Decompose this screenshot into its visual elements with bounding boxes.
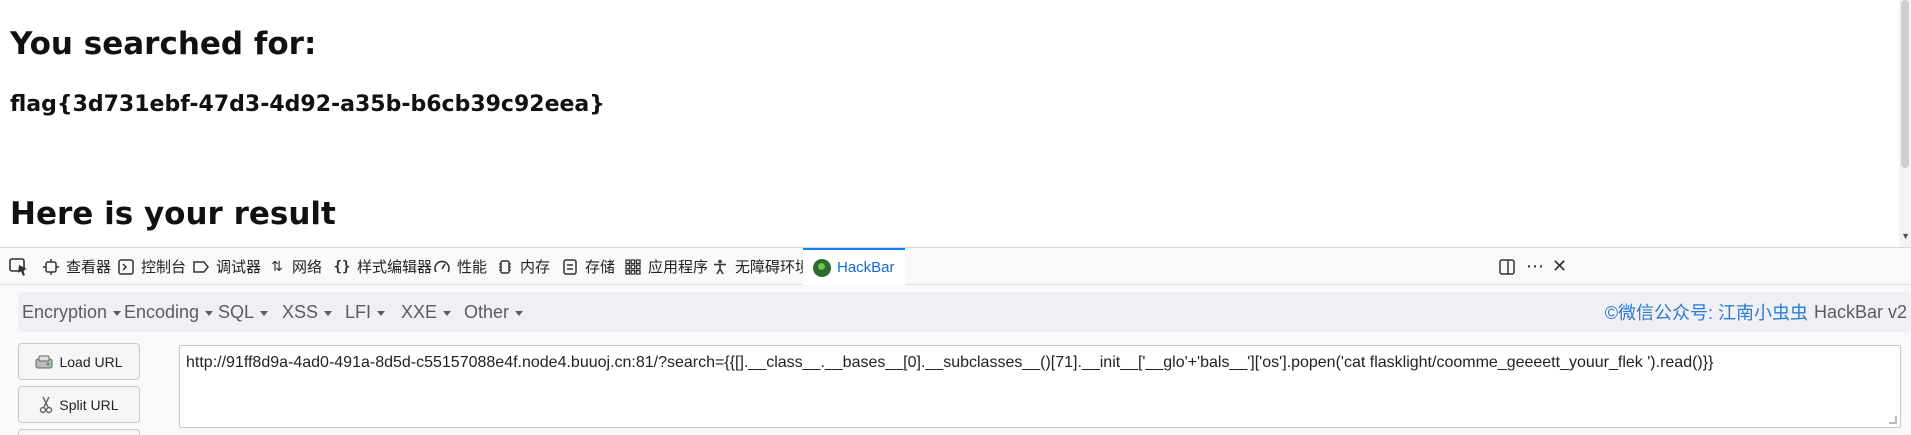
tab-console-label: 控制台 xyxy=(141,259,187,276)
tab-network[interactable]: ⇅ 网络 xyxy=(268,248,322,285)
caret-down-icon xyxy=(443,310,452,316)
caret-down-icon xyxy=(324,310,333,316)
tab-application[interactable]: 应用程序 xyxy=(624,248,708,285)
dock-side-icon[interactable] xyxy=(1498,248,1516,285)
menu-lfi-label: LFI xyxy=(345,301,372,322)
close-icon[interactable]: ✕ xyxy=(1552,248,1567,285)
caret-down-icon xyxy=(205,310,214,316)
hackbar-credit: ©微信公众号: 江南小虫虫 HackBar v2 xyxy=(1605,292,1907,332)
url-input[interactable]: http://91ff8d9a-4ad0-491a-8d5d-c55157088… xyxy=(179,345,1901,428)
split-url-label: Split URL xyxy=(59,396,119,413)
hackbar-icon xyxy=(813,258,831,277)
menu-xss[interactable]: XSS xyxy=(282,292,333,332)
page-scrollbar-thumb[interactable] xyxy=(1901,0,1909,168)
tab-network-label: 网络 xyxy=(292,259,323,276)
console-icon xyxy=(117,258,135,276)
menu-sql[interactable]: SQL xyxy=(218,292,269,332)
tab-inspector[interactable]: 查看器 xyxy=(42,248,111,285)
style-editor-icon: {} xyxy=(333,258,351,275)
menu-xss-label: XSS xyxy=(282,301,319,322)
application-icon xyxy=(624,258,642,276)
search-result-flag: flag{3d731ebf-47d3-4d92-a35b-b6cb39c92ee… xyxy=(10,92,605,117)
storage-icon xyxy=(561,258,579,276)
split-url-button[interactable]: Split URL xyxy=(18,386,140,423)
tab-performance[interactable]: 性能 xyxy=(433,248,487,285)
hackbar-menubar: Encryption Encoding SQL XSS LFI XXE Othe… xyxy=(18,292,1911,332)
accessibility-icon xyxy=(711,258,729,276)
load-url-icon xyxy=(35,355,53,368)
tab-accessibility[interactable]: 无障碍环境 xyxy=(711,248,810,285)
resize-grip-icon[interactable] xyxy=(1889,416,1897,424)
tab-accessibility-label: 无障碍环境 xyxy=(735,259,811,276)
menu-xxe-label: XXE xyxy=(401,301,438,322)
tab-storage-label: 存储 xyxy=(585,259,616,276)
result-heading: Here is your result xyxy=(10,196,336,232)
menu-encoding[interactable]: Encoding xyxy=(124,292,214,332)
caret-down-icon xyxy=(515,310,524,316)
web-page-content: You searched for: flag{3d731ebf-47d3-4d9… xyxy=(0,0,1911,247)
tab-debugger[interactable]: 调试器 xyxy=(192,248,261,285)
credit-link[interactable]: ©微信公众号: 江南小虫虫 xyxy=(1605,299,1808,325)
tab-inspector-label: 查看器 xyxy=(66,259,112,276)
tab-style-editor[interactable]: {} 样式编辑器 xyxy=(333,248,432,285)
more-options-icon[interactable]: ⋯ xyxy=(1526,248,1544,285)
tab-hackbar[interactable]: HackBar xyxy=(803,248,905,285)
menu-other-label: Other xyxy=(464,301,510,322)
menu-sql-label: SQL xyxy=(218,301,255,322)
tab-storage[interactable]: 存储 xyxy=(561,248,615,285)
menu-encryption[interactable]: Encryption xyxy=(22,292,122,332)
caret-down-icon xyxy=(377,310,386,316)
tab-memory[interactable]: 内存 xyxy=(496,248,550,285)
menu-other[interactable]: Other xyxy=(464,292,524,332)
tab-performance-label: 性能 xyxy=(457,259,488,276)
execute-button[interactable] xyxy=(18,429,140,435)
tab-hackbar-label: HackBar xyxy=(837,259,895,276)
scroll-down-arrow-icon[interactable]: ▼ xyxy=(1901,231,1910,241)
memory-icon xyxy=(496,258,514,276)
tab-debugger-label: 调试器 xyxy=(216,259,262,276)
performance-icon xyxy=(433,258,451,276)
menu-lfi[interactable]: LFI xyxy=(345,292,386,332)
scissors-icon xyxy=(40,396,53,413)
tab-memory-label: 内存 xyxy=(520,259,551,276)
page-scrollbar[interactable]: ▼ xyxy=(1899,0,1911,247)
load-url-button[interactable]: Load URL xyxy=(18,343,140,380)
hackbar-version: HackBar v2 xyxy=(1813,301,1907,322)
inspector-icon xyxy=(42,258,60,276)
network-icon: ⇅ xyxy=(271,258,283,274)
menu-xxe[interactable]: XXE xyxy=(401,292,452,332)
menu-encoding-label: Encoding xyxy=(124,301,200,322)
tab-style-editor-label: 样式编辑器 xyxy=(357,259,433,276)
menu-encryption-label: Encryption xyxy=(22,301,108,322)
element-picker-icon[interactable] xyxy=(8,257,30,277)
devtools-toolbar: 查看器 控制台 调试器 ⇅ 网络 {} 样式编辑器 性能 内存 存储 应用程序 … xyxy=(0,248,1911,285)
debugger-icon xyxy=(192,258,210,276)
devtools-panel: 查看器 控制台 调试器 ⇅ 网络 {} 样式编辑器 性能 内存 存储 应用程序 … xyxy=(0,247,1911,435)
tab-console[interactable]: 控制台 xyxy=(117,248,186,285)
load-url-label: Load URL xyxy=(59,353,123,370)
caret-down-icon xyxy=(113,310,122,316)
caret-down-icon xyxy=(260,310,269,316)
tab-application-label: 应用程序 xyxy=(648,259,709,276)
url-text: http://91ff8d9a-4ad0-491a-8d5d-c55157088… xyxy=(186,354,1714,371)
searched-for-heading: You searched for: xyxy=(10,26,317,62)
